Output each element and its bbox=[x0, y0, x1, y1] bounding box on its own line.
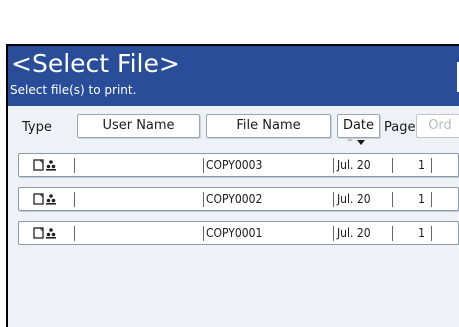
file-date: Jul. 20 bbox=[337, 192, 371, 206]
file-list: COPY0003 Jul. 20 1 COPY0002 Jul. 20 1 COPY0001… bbox=[18, 153, 459, 245]
sort-by-user-name-button[interactable]: User Name bbox=[77, 114, 200, 138]
file-page-count: 1 bbox=[418, 158, 425, 172]
page-subtitle: Select file(s) to print. bbox=[10, 83, 137, 97]
column-separator bbox=[203, 192, 204, 207]
column-separator bbox=[392, 226, 393, 241]
column-separator bbox=[74, 158, 75, 173]
file-page-count: 1 bbox=[418, 192, 425, 206]
file-date: Jul. 20 bbox=[337, 226, 371, 240]
document-copy-type-icon bbox=[33, 159, 56, 171]
column-separator bbox=[203, 226, 204, 241]
empty-list-area bbox=[8, 245, 459, 327]
file-name: COPY0002 bbox=[206, 192, 263, 206]
select-file-screen: <Select File> Select file(s) to print. T… bbox=[6, 44, 459, 327]
column-separator bbox=[431, 192, 432, 207]
page-column-label: Page bbox=[384, 120, 416, 135]
type-column-label: Type bbox=[22, 120, 52, 135]
column-separator bbox=[392, 158, 393, 173]
column-separator bbox=[333, 158, 334, 173]
file-row[interactable]: COPY0001 Jul. 20 1 bbox=[18, 221, 459, 245]
sort-direction-icon bbox=[347, 138, 365, 145]
file-row[interactable]: COPY0003 Jul. 20 1 bbox=[18, 153, 459, 177]
file-name: COPY0003 bbox=[206, 158, 263, 172]
column-separator bbox=[333, 226, 334, 241]
page-title: <Select File> bbox=[11, 49, 180, 78]
file-name: COPY0001 bbox=[206, 226, 263, 240]
document-copy-type-icon bbox=[33, 193, 56, 205]
file-row[interactable]: COPY0002 Jul. 20 1 bbox=[18, 187, 459, 211]
title-bar: <Select File> Select file(s) to print. bbox=[8, 46, 459, 106]
file-date: Jul. 20 bbox=[337, 158, 371, 172]
column-separator bbox=[203, 158, 204, 173]
document-copy-type-icon bbox=[33, 227, 56, 239]
file-list-panel: Type User Name File Name Date Page Ord C… bbox=[8, 106, 459, 327]
column-separator bbox=[431, 226, 432, 241]
sort-by-file-name-button[interactable]: File Name bbox=[206, 114, 331, 138]
file-page-count: 1 bbox=[418, 226, 425, 240]
column-separator bbox=[392, 192, 393, 207]
sort-by-date-button[interactable]: Date bbox=[337, 114, 380, 138]
column-separator bbox=[431, 158, 432, 173]
column-separator bbox=[74, 226, 75, 241]
column-separator bbox=[333, 192, 334, 207]
column-separator bbox=[74, 192, 75, 207]
sort-by-order-button[interactable]: Ord bbox=[416, 114, 459, 138]
